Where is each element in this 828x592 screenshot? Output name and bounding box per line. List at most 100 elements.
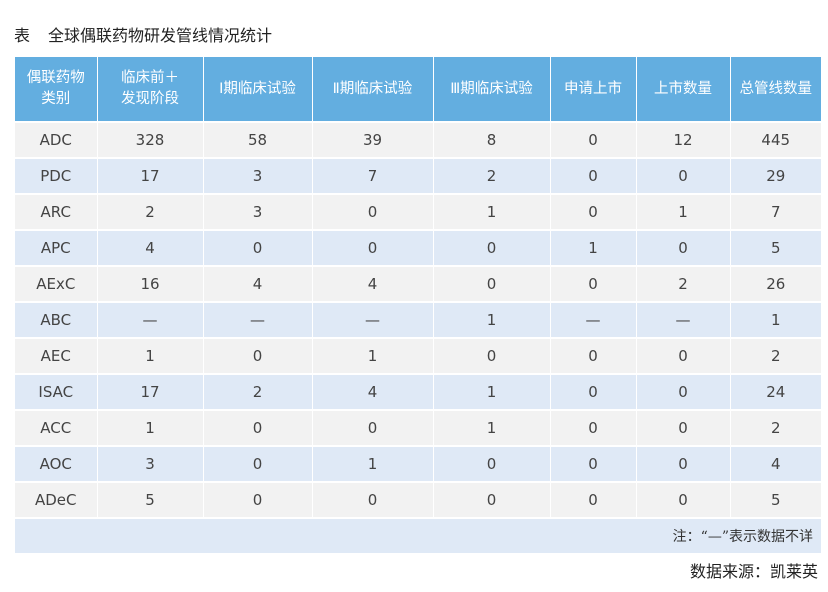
pipeline-table: 偶联药物 类别 临床前＋ 发现阶段 Ⅰ期临床试验 Ⅱ期临床试验 Ⅲ期临床试验 申… xyxy=(15,57,821,553)
count-cell: 0 xyxy=(433,481,551,518)
count-cell: 0 xyxy=(203,409,313,446)
count-cell: — xyxy=(312,301,434,338)
count-cell: 0 xyxy=(312,193,434,230)
count-cell: 4 xyxy=(312,373,434,410)
table-row: ARC 2 3 0 1 0 1 7 xyxy=(15,193,821,230)
count-cell: 0 xyxy=(433,229,551,266)
count-cell: 2 xyxy=(636,265,731,302)
count-cell: 1 xyxy=(312,445,434,482)
count-cell: 0 xyxy=(636,481,731,518)
count-cell: 0 xyxy=(550,481,637,518)
count-cell: 26 xyxy=(730,265,821,302)
drug-type-cell: ACC xyxy=(15,409,98,446)
count-cell: 0 xyxy=(312,229,434,266)
data-source: 数据来源：凯莱英 xyxy=(689,562,818,581)
column-header: 偶联药物 类别 xyxy=(15,57,98,122)
count-cell: 0 xyxy=(550,373,637,410)
count-cell: 0 xyxy=(550,409,637,446)
count-cell: 2 xyxy=(97,193,204,230)
table-row: PDC 17 3 7 2 0 0 29 xyxy=(15,157,821,194)
count-cell: 0 xyxy=(550,157,637,194)
count-cell: 0 xyxy=(636,373,731,410)
column-header-label: 总管线数量 xyxy=(739,80,813,97)
table-body: ADC 328 58 39 8 0 12 445 PDC 17 3 7 2 0 0 29 ARC 2 3 0 1 0 1 7 A… xyxy=(15,121,821,518)
count-cell: 0 xyxy=(636,409,731,446)
count-cell: — xyxy=(550,301,637,338)
table-row: ABC — — —1— —1 xyxy=(15,301,821,338)
count-cell: 4 xyxy=(97,229,204,266)
count-cell: 4 xyxy=(730,445,821,482)
count-cell: 3 xyxy=(203,157,313,194)
count-cell: 5 xyxy=(730,481,821,518)
count-cell: 5 xyxy=(730,229,821,266)
table-row: ADeC 5 0 0 0 0 0 5 xyxy=(15,481,821,518)
count-cell: 2 xyxy=(730,337,821,374)
drug-type-cell: PDC xyxy=(15,157,98,194)
column-header-label: Ⅰ期临床试验 xyxy=(219,80,296,97)
count-cell: 58 xyxy=(203,121,313,158)
column-header-label: Ⅲ期临床试验 xyxy=(450,80,533,97)
table-row: AEC 1 0 1 0 0 0 2 xyxy=(15,337,821,374)
count-cell: 7 xyxy=(730,193,821,230)
count-cell: 1 xyxy=(433,373,551,410)
count-cell: 1 xyxy=(433,409,551,446)
count-cell: — xyxy=(97,301,204,338)
table-title: 表全球偶联药物研发管线情况统计 xyxy=(14,22,272,46)
count-cell: 0 xyxy=(636,337,731,374)
count-cell: 0 xyxy=(203,481,313,518)
table-note: 注：“—”表示数据不详 xyxy=(15,517,821,553)
count-cell: 2 xyxy=(433,157,551,194)
count-cell: 3 xyxy=(203,193,313,230)
count-cell: 1 xyxy=(550,229,637,266)
table-row: ISAC 17 2 4 1 0 0 24 xyxy=(15,373,821,410)
drug-type-cell: AExC xyxy=(15,265,98,302)
drug-type-cell: APC xyxy=(15,229,98,266)
table-row: AOC 3 0 1 0 0 0 4 xyxy=(15,445,821,482)
table-row: ADC 328 58 39 8 0 12 445 xyxy=(15,121,821,158)
count-cell: 24 xyxy=(730,373,821,410)
count-cell: 7 xyxy=(312,157,434,194)
count-cell: 4 xyxy=(203,265,313,302)
column-header-label: 临床前＋ 发现阶段 xyxy=(121,70,179,107)
count-cell: 16 xyxy=(97,265,204,302)
count-cell: 0 xyxy=(312,409,434,446)
table-row: APC 4 0 0 0 1 0 5 xyxy=(15,229,821,266)
count-cell: 0 xyxy=(550,121,637,158)
count-cell: 17 xyxy=(97,157,204,194)
column-header: 申请上市 xyxy=(550,57,637,122)
drug-type-cell: ADeC xyxy=(15,481,98,518)
column-header-label: 申请上市 xyxy=(564,80,622,97)
drug-type-cell: AEC xyxy=(15,337,98,374)
count-cell: 1 xyxy=(433,301,551,338)
count-cell: 1 xyxy=(433,193,551,230)
count-cell: 0 xyxy=(550,337,637,374)
table-title-text: 全球偶联药物研发管线情况统计 xyxy=(48,26,273,45)
count-cell: 1 xyxy=(636,193,731,230)
count-cell: 1 xyxy=(730,301,821,338)
count-cell: 0 xyxy=(433,337,551,374)
drug-type-cell: ADC xyxy=(15,121,98,158)
count-cell: 3 xyxy=(97,445,204,482)
column-header: Ⅰ期临床试验 xyxy=(203,57,313,122)
count-cell: 0 xyxy=(550,265,637,302)
header-row: 偶联药物 类别 临床前＋ 发现阶段 Ⅰ期临床试验 Ⅱ期临床试验 Ⅲ期临床试验 申… xyxy=(15,57,821,122)
count-cell: 0 xyxy=(636,157,731,194)
column-header: 上市数量 xyxy=(636,57,731,122)
count-cell: 0 xyxy=(550,445,637,482)
column-header: Ⅱ期临床试验 xyxy=(312,57,434,122)
count-cell: — xyxy=(636,301,731,338)
table-title-prefix: 表 xyxy=(14,26,31,45)
drug-type-cell: ARC xyxy=(15,193,98,230)
count-cell: 0 xyxy=(550,193,637,230)
count-cell: 0 xyxy=(636,445,731,482)
count-cell: 445 xyxy=(730,121,821,158)
column-header-label: 上市数量 xyxy=(654,80,712,97)
column-header: Ⅲ期临床试验 xyxy=(433,57,551,122)
column-header-label: 偶联药物 类别 xyxy=(26,70,85,107)
table-row: ACC 1 0 0 1 0 0 2 xyxy=(15,409,821,446)
column-header: 临床前＋ 发现阶段 xyxy=(97,57,204,122)
count-cell: 1 xyxy=(97,337,204,374)
count-cell: — xyxy=(203,301,313,338)
note-row: 注：“—”表示数据不详 xyxy=(15,517,821,553)
table-row: AExC 16 4 4 0 0 2 26 xyxy=(15,265,821,302)
